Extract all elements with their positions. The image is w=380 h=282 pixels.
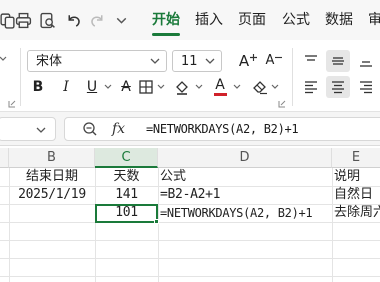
align-center-button[interactable] bbox=[326, 76, 350, 98]
cell-b2[interactable]: 2025/1/19 bbox=[9, 186, 95, 204]
cell-c2[interactable]: 141 bbox=[95, 186, 158, 204]
active-tab-indicator bbox=[152, 33, 180, 36]
decrease-font-size-button[interactable]: A bbox=[262, 50, 286, 72]
underline-button[interactable]: U bbox=[80, 76, 104, 98]
name-box[interactable] bbox=[0, 117, 56, 141]
clipboard-dialog-launcher-icon[interactable] bbox=[8, 100, 16, 108]
tab-formulas[interactable]: 公式 bbox=[282, 9, 310, 31]
clear-format-button[interactable] bbox=[248, 76, 272, 98]
italic-button[interactable]: I bbox=[54, 76, 78, 98]
redo-icon[interactable] bbox=[86, 9, 108, 31]
cell-e3[interactable]: 去除周六 bbox=[332, 204, 380, 222]
cell-b1[interactable]: 结束日期 bbox=[9, 168, 95, 186]
tab-data[interactable]: 数据 bbox=[325, 9, 353, 31]
tab-review[interactable]: 审 bbox=[368, 9, 380, 31]
column-header-c[interactable]: C bbox=[95, 148, 158, 168]
borders-button[interactable] bbox=[134, 76, 158, 98]
ribbon-separator bbox=[292, 48, 293, 106]
cell-e1[interactable]: 说明 bbox=[332, 168, 380, 186]
more-icon[interactable] bbox=[110, 9, 132, 31]
column-header-b[interactable]: B bbox=[9, 148, 95, 168]
increase-font-size-button[interactable]: A bbox=[236, 50, 260, 72]
underline-label: U bbox=[86, 79, 98, 95]
font-color-swatch bbox=[213, 93, 227, 96]
strikethrough-label: A bbox=[121, 79, 131, 95]
chevron-down-icon bbox=[35, 124, 47, 136]
align-top-button[interactable] bbox=[299, 50, 323, 72]
align-middle-button[interactable] bbox=[326, 50, 350, 72]
borders-chevron-icon[interactable] bbox=[157, 84, 165, 90]
insert-function-button[interactable]: fx bbox=[112, 120, 125, 138]
row-divider bbox=[0, 258, 380, 259]
cell-d1[interactable]: 公式 bbox=[158, 168, 332, 186]
clear-chevron-icon[interactable] bbox=[271, 84, 279, 90]
underline-chevron-icon[interactable] bbox=[104, 84, 112, 90]
align-bottom-button[interactable] bbox=[354, 50, 378, 72]
row-divider bbox=[0, 276, 380, 277]
tab-home[interactable]: 开始 bbox=[152, 9, 180, 31]
font-color-button[interactable]: A bbox=[208, 76, 232, 98]
fill-color-button[interactable] bbox=[170, 76, 194, 98]
font-size-select[interactable]: 11 bbox=[172, 50, 222, 72]
cell-d2[interactable]: =B2-A2+1 bbox=[158, 186, 332, 204]
align-right-button[interactable] bbox=[354, 76, 378, 98]
print-icon[interactable] bbox=[12, 9, 34, 31]
italic-label: I bbox=[63, 79, 69, 95]
undo-icon[interactable] bbox=[62, 9, 84, 31]
chevron-down-icon bbox=[149, 55, 161, 67]
paste-chevron-icon[interactable] bbox=[0, 56, 8, 62]
bold-button[interactable]: B bbox=[26, 76, 50, 98]
formula-text[interactable]: =NETWORKDAYS(A2, B2)+1 bbox=[146, 120, 299, 138]
cell-e2[interactable]: 自然日 bbox=[332, 186, 380, 204]
cell-c1[interactable]: 天数 bbox=[95, 168, 158, 186]
fill-color-chevron-icon[interactable] bbox=[195, 84, 203, 90]
align-left-button[interactable] bbox=[299, 76, 323, 98]
tab-insert[interactable]: 插入 bbox=[195, 9, 223, 31]
cell-d3[interactable]: =NETWORKDAYS(A2, B2)+1 bbox=[158, 204, 332, 222]
font-name-select[interactable]: 宋体 bbox=[27, 50, 167, 72]
print-preview-icon[interactable] bbox=[36, 9, 58, 31]
font-size-value: 11 bbox=[181, 54, 198, 69]
grow-font-label: A bbox=[238, 52, 250, 70]
column-header-d[interactable]: D bbox=[158, 148, 332, 168]
bold-label: B bbox=[32, 79, 44, 95]
chevron-down-icon bbox=[204, 55, 216, 67]
shrink-font-label: A bbox=[265, 53, 275, 68]
row-divider bbox=[0, 240, 380, 241]
font-color-label: A bbox=[215, 77, 225, 93]
zoom-formula-icon[interactable] bbox=[82, 121, 98, 137]
select-all-corner[interactable] bbox=[0, 148, 9, 168]
fill-handle[interactable] bbox=[154, 219, 159, 224]
column-header-e[interactable]: E bbox=[332, 148, 380, 168]
row-divider bbox=[0, 222, 380, 223]
tab-page[interactable]: 页面 bbox=[238, 9, 266, 31]
ribbon-separator bbox=[20, 48, 21, 106]
font-color-chevron-icon[interactable] bbox=[233, 84, 241, 90]
font-dialog-launcher-icon[interactable] bbox=[278, 100, 286, 108]
font-name-value: 宋体 bbox=[36, 54, 63, 69]
active-cell-border bbox=[95, 204, 158, 223]
